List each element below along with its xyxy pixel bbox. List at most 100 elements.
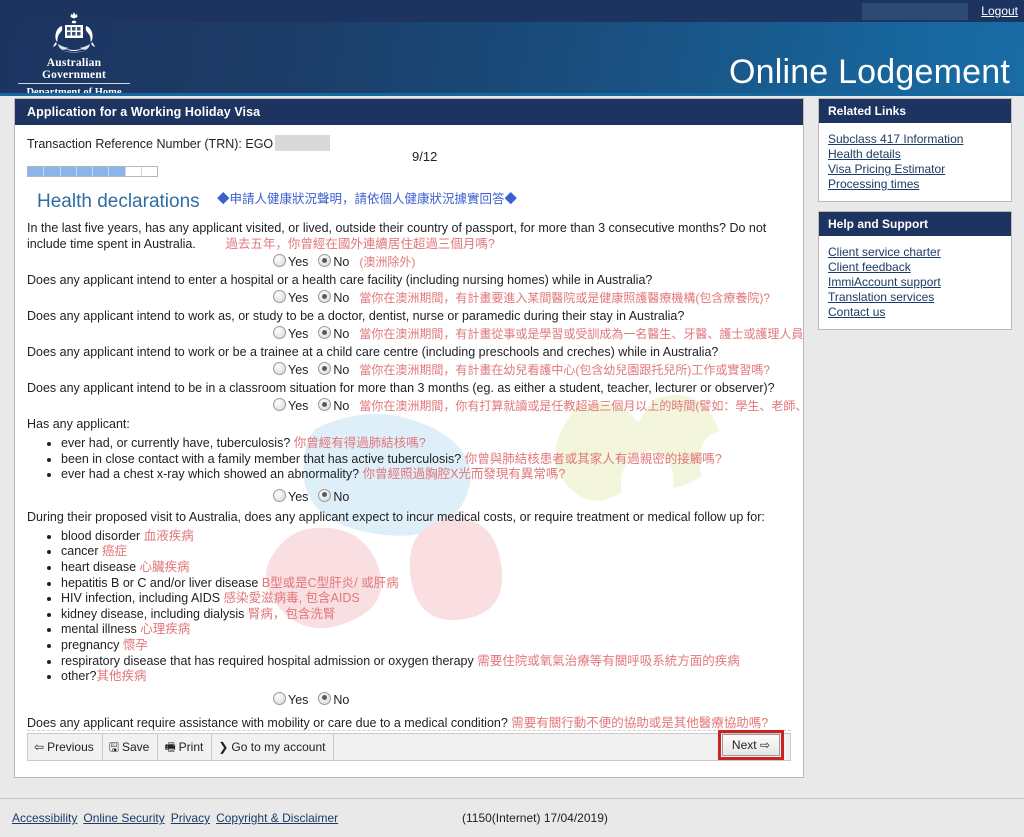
radio-yes[interactable] — [273, 362, 286, 375]
bullet-text: HIV infection, including AIDS — [61, 591, 221, 606]
footer-link-accessibility[interactable]: Accessibility — [12, 811, 77, 825]
trn-redacted-value — [275, 135, 331, 151]
question-block: Does any applicant intend to work as, or… — [27, 308, 803, 341]
go-to-my-account-button[interactable]: ❯ Go to my account — [212, 734, 335, 760]
site-header: Logout Australian Government Department … — [0, 0, 1024, 96]
arrow-left-icon: ⇦ — [34, 740, 45, 754]
footer-link-online-security[interactable]: Online Security — [83, 811, 164, 825]
save-button[interactable]: 🖫 Save — [103, 734, 159, 760]
bullet-annotation-zh: 你曾經有得過肺結核嗎? — [293, 436, 426, 450]
footer-link-privacy[interactable]: Privacy — [171, 811, 210, 825]
radio-yes[interactable] — [273, 488, 286, 502]
bullet-annotation-zh: B型或是C型肝炎/ 或肝病 — [261, 575, 399, 590]
list-item: kidney disease, including dialysis 腎病，包含… — [61, 607, 789, 623]
bullet-annotation-zh: 懷孕 — [122, 637, 148, 652]
progress-bar-ticks — [28, 167, 157, 176]
list-item: heart disease 心臟疾病 — [61, 560, 789, 576]
radio-no[interactable] — [318, 326, 332, 339]
radio-no[interactable] — [318, 254, 332, 267]
bullet-annotation-zh: 癌症 — [102, 544, 128, 559]
help-link-client-feedback[interactable]: Client feedback — [828, 260, 1011, 275]
related-link-visa-pricing-estimator[interactable]: Visa Pricing Estimator — [828, 162, 1011, 177]
radio-yes-label: Yes — [288, 692, 309, 707]
bullet-text: ever had, or currently have, tuberculosi… — [61, 436, 291, 450]
question-block: Does any applicant intend to work or be … — [27, 344, 789, 377]
radio-no-label: No — [333, 363, 350, 377]
form-content: Transaction Reference Number (TRN): EGO … — [15, 125, 803, 748]
bullet-annotation-zh: 心理疾病 — [140, 622, 191, 637]
radio-group[interactable]: Yes No 當你在澳洲期間，你有打算就讀或是任教超過三個月以上的時間(譬如：學生、… — [27, 398, 803, 413]
progress-bar — [27, 166, 158, 177]
radio-suffix-zh: 當你在澳洲期間，有計畫要進入某間醫院或是健康照護醫療機構(包含療養院)? — [359, 291, 771, 305]
radio-group[interactable]: Yes No — [27, 488, 789, 504]
radio-yes[interactable] — [273, 691, 286, 705]
radio-yes-label: Yes — [288, 399, 309, 413]
question-text: Does any applicant require assistance wi… — [27, 715, 508, 730]
logout-link[interactable]: Logout — [981, 4, 1018, 18]
help-link-immiaccount-support[interactable]: ImmiAccount support — [828, 275, 1011, 290]
related-link-processing-times[interactable]: Processing times — [828, 177, 1011, 192]
radio-yes[interactable] — [273, 290, 286, 303]
list-item: been in close contact with a family memb… — [61, 452, 789, 468]
help-link-contact-us[interactable]: Contact us — [828, 305, 1011, 320]
tb-bullet-list: ever had, or currently have, tuberculosi… — [27, 436, 789, 483]
previous-button-label: Previous — [47, 740, 94, 754]
radio-yes[interactable] — [273, 326, 286, 339]
radio-group[interactable]: Yes No (澳洲除外) — [27, 254, 789, 269]
radio-no-label: No — [333, 399, 350, 413]
question-text: Does any applicant intend to work or be … — [27, 345, 719, 359]
related-links-body: Subclass 417 Information Health details … — [819, 123, 1011, 201]
footer-build-info: (1150(Internet) 17/04/2019) — [462, 811, 608, 825]
bullet-text: mental illness — [61, 622, 137, 637]
radio-suffix-zh: 當你在澳洲期間，有計畫從事或是學習或受訓成為一名醫生、牙醫、護士或護理人員嗎? — [359, 327, 804, 341]
next-button[interactable]: Next ⇨ — [721, 734, 780, 756]
section-note-zh: ◆申請人健康狀況聲明，請依個人健康狀況據實回答◆ — [217, 191, 518, 206]
bullet-annotation-zh: 你曾經照過胸腔X光而發現有異常嗎? — [362, 467, 566, 482]
help-and-support-title: Help and Support — [819, 212, 1011, 236]
bullet-annotation-zh: 需要住院或氧氣治療等有關呼吸系統方面的疾病 — [477, 653, 740, 668]
radio-group[interactable]: Yes No 當你在澳洲期間，有計畫從事或是學習或受訓成為一名醫生、牙醫、護士或護理… — [27, 326, 803, 341]
print-button[interactable]: 🖷 Print — [158, 734, 213, 760]
bullet-text: hepatitis B or C and/or liver disease — [61, 575, 259, 590]
list-item: cancer 癌症 — [61, 544, 789, 560]
bullet-annotation-zh: 感染愛滋病毒, 包含AIDS — [223, 591, 360, 606]
radio-no[interactable] — [318, 488, 332, 502]
radio-no-label: No — [333, 692, 350, 707]
trn-row: Transaction Reference Number (TRN): EGO … — [27, 135, 789, 164]
radio-no[interactable] — [318, 362, 332, 375]
related-link-subclass-417[interactable]: Subclass 417 Information — [828, 132, 1011, 147]
radio-yes-label: Yes — [288, 255, 309, 269]
related-links-title: Related Links — [819, 99, 1011, 123]
radio-yes[interactable] — [273, 398, 286, 411]
bullet-text: kidney disease, including dialysis — [61, 606, 245, 621]
trn-label: Transaction Reference Number (TRN): EGO — [27, 137, 274, 151]
radio-yes[interactable] — [273, 254, 286, 267]
bullet-text: other? — [61, 669, 97, 684]
footer-link-copyright-disclaimer[interactable]: Copyright & Disclaimer — [216, 811, 338, 825]
previous-button[interactable]: ⇦ Previous — [28, 734, 103, 760]
help-link-client-service-charter[interactable]: Client service charter — [828, 245, 1011, 260]
radio-group[interactable]: Yes No 當你在澳洲期間，有計畫在幼兒看護中心(包含幼兒園跟托兒所)工作或實習嗎… — [27, 362, 789, 377]
medical-costs-bullet-list: blood disorder 血液疾病 cancer 癌症 heart dise… — [27, 529, 789, 685]
help-link-translation-services[interactable]: Translation services — [828, 290, 1011, 305]
page-footer: Accessibility Online Security Privacy Copyr… — [0, 798, 1024, 837]
radio-no[interactable] — [318, 691, 332, 705]
medical-costs-lead: During their proposed visit to Australia… — [27, 509, 765, 524]
list-item: ever had a chest x-ray which showed an a… — [61, 467, 789, 483]
floppy-disk-icon: 🖫 — [108, 740, 119, 754]
radio-no[interactable] — [318, 290, 332, 303]
radio-no-label: No — [333, 327, 350, 341]
radio-no[interactable] — [318, 398, 332, 411]
question-text: Does any applicant intend to enter a hos… — [27, 273, 653, 287]
related-links-panel: Related Links Subclass 417 Information H… — [818, 98, 1012, 202]
bullet-text: blood disorder — [61, 528, 141, 543]
list-item: hepatitis B or C and/or liver disease B型… — [61, 576, 789, 592]
radio-group[interactable]: Yes No — [27, 691, 789, 707]
radio-yes-label: Yes — [288, 363, 309, 377]
form-navigation-bar: ⇦ Previous 🖫 Save 🖷 Print ❯ Go to my account Ne… — [27, 730, 791, 761]
related-link-health-details[interactable]: Health details — [828, 147, 1011, 162]
bullet-text: been in close contact with a family memb… — [61, 451, 462, 466]
radio-group[interactable]: Yes No 當你在澳洲期間，有計畫要進入某間醫院或是健康照護醫療機構(包含療養院)… — [27, 290, 789, 305]
radio-suffix-zh: 當你在澳洲期間，你有打算就讀或是任教超過三個月以上的時間(譬如：學生、老師、講師… — [359, 399, 803, 413]
right-sidebar: Related Links Subclass 417 Information H… — [818, 98, 1012, 339]
